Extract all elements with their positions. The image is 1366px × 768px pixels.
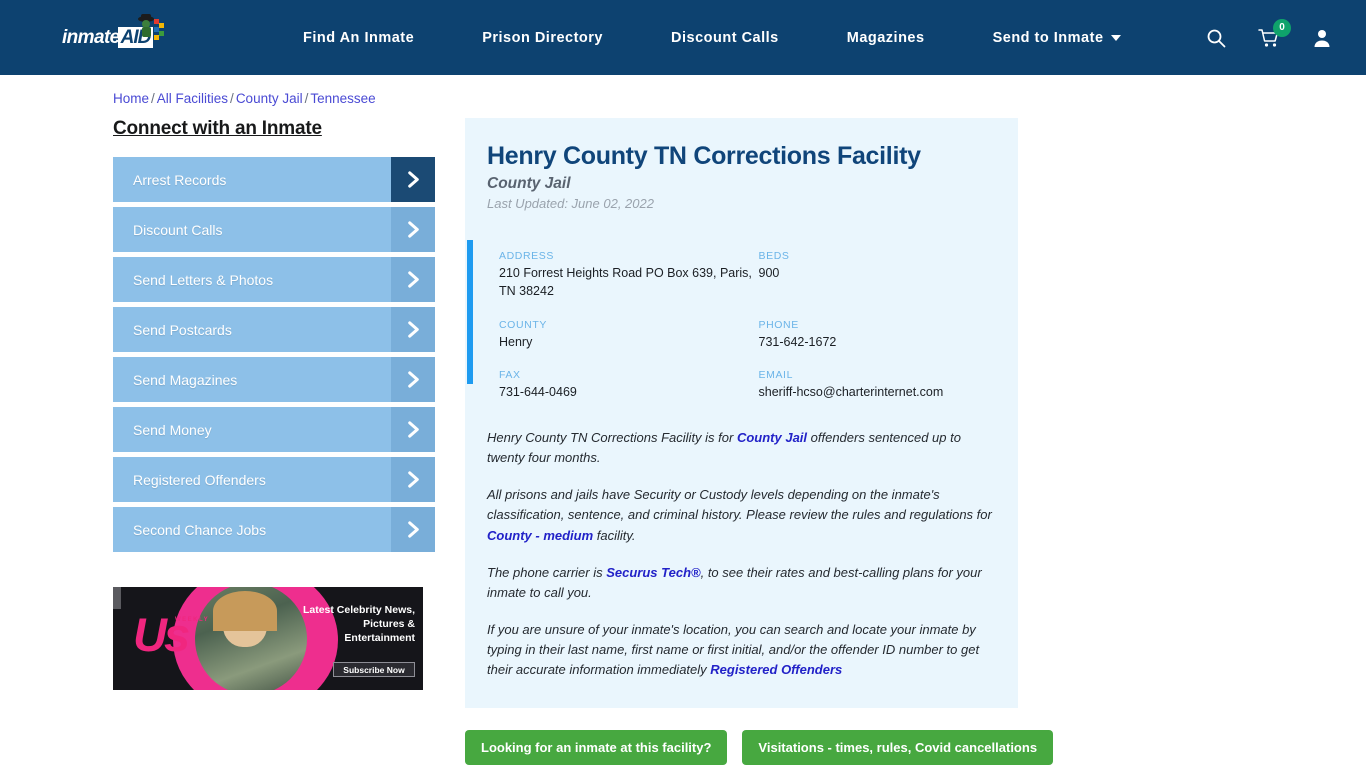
info-field-email: EMAIL sheriff-hcso@charterinternet.com — [759, 369, 1019, 402]
info-field-address: ADDRESS 210 Forrest Heights Road PO Box … — [499, 250, 759, 301]
user-account-icon[interactable] — [1312, 28, 1332, 48]
info-field-beds: BEDS 900 — [759, 250, 1019, 301]
facility-info-section: ADDRESS 210 Forrest Heights Road PO Box … — [465, 240, 1018, 402]
info-value: sheriff-hcso@charterinternet.com — [758, 385, 944, 400]
sidebar-item-discount-calls[interactable]: Discount Calls — [113, 207, 435, 252]
description-link[interactable]: County Jail — [737, 430, 807, 445]
sidebar-item-label: Send Postcards — [133, 321, 232, 338]
search-icon[interactable] — [1206, 28, 1226, 48]
info-label: BEDS — [758, 250, 790, 262]
nav-icon-group: 0 — [1206, 18, 1338, 48]
breadcrumb-item-home[interactable]: Home — [113, 91, 149, 106]
sidebar-item-send-money[interactable]: Send Money — [113, 407, 435, 452]
info-value: 731-644-0469 — [499, 385, 577, 400]
main-content: Henry County TN Corrections Facility Cou… — [465, 118, 1054, 768]
sidebar-item-arrest-records[interactable]: Arrest Records — [113, 157, 435, 202]
top-navbar: inmateAID Find An Inmate Prison Director… — [0, 0, 1366, 75]
breadcrumb-item-all-facilities[interactable]: All Facilities — [157, 91, 228, 106]
chevron-right-icon — [391, 257, 435, 302]
page-title: Henry County TN Corrections Facility — [487, 142, 921, 170]
sidebar-item-send-postcards[interactable]: Send Postcards — [113, 307, 435, 352]
cart-count-badge: 0 — [1273, 18, 1291, 37]
sidebar-ad-banner[interactable]: Us WEEKLY Latest Celebrity News, Picture… — [113, 587, 423, 690]
ad-headline: Latest Celebrity News, Pictures & Entert… — [302, 604, 415, 645]
info-field-county: COUNTY Henry — [499, 319, 759, 352]
nav-link-magazines[interactable]: Magazines — [813, 30, 959, 46]
nav-link-send-to-inmate[interactable]: Send to Inmate — [959, 30, 1155, 46]
info-value: 731-642-1672 — [758, 334, 837, 349]
info-label: ADDRESS — [499, 250, 554, 262]
description-paragraph: The phone carrier is Securus Tech®, to s… — [487, 563, 996, 603]
info-value: 210 Forrest Heights Road PO Box 639, Par… — [499, 266, 752, 298]
info-value: 900 — [758, 266, 780, 280]
nav-link-discount-calls[interactable]: Discount Calls — [637, 30, 813, 46]
sidebar-item-label: Send Letters & Photos — [133, 271, 274, 288]
chevron-right-icon — [391, 307, 435, 352]
sidebar-item-label: Send Money — [133, 421, 212, 438]
description-text: facility. — [593, 527, 636, 543]
cart-icon[interactable]: 0 — [1258, 18, 1291, 48]
facility-last-updated: Last Updated: June 02, 2022 — [487, 196, 654, 211]
sidebar-item-second-chance-jobs[interactable]: Second Chance Jobs — [113, 507, 435, 552]
sidebar-item-send-letters-photos[interactable]: Send Letters & Photos — [113, 257, 435, 302]
facility-action-buttons: Looking for an inmate at this facility? … — [465, 730, 1054, 766]
breadcrumb-item-county-jail[interactable]: County Jail — [236, 91, 303, 106]
chevron-right-icon — [391, 207, 435, 252]
description-text: Henry County TN Corrections Facility is … — [487, 430, 737, 445]
ad-photo — [195, 587, 307, 690]
sidebar: Connect with an Inmate Arrest Records Di… — [113, 118, 435, 768]
chevron-right-icon — [391, 407, 435, 452]
info-field-phone: PHONE 731-642-1672 — [759, 319, 1019, 352]
sidebar-item-label: Arrest Records — [133, 171, 227, 188]
chevron-right-icon — [391, 457, 435, 502]
sidebar-item-label: Second Chance Jobs — [133, 521, 267, 538]
nav-link-find-an-inmate[interactable]: Find An Inmate — [269, 30, 448, 46]
description-text: The phone carrier is — [487, 564, 607, 580]
sidebar-title: Connect with an Inmate — [113, 118, 322, 139]
nav-link-prison-directory[interactable]: Prison Directory — [448, 30, 637, 46]
site-logo[interactable]: inmateAID — [62, 13, 182, 58]
description-text: All prisons and jails have Security or C… — [487, 487, 992, 523]
chevron-right-icon — [391, 157, 435, 202]
breadcrumb-item-tennessee[interactable]: Tennessee — [310, 91, 375, 106]
facility-header: Henry County TN Corrections Facility Cou… — [465, 142, 1018, 211]
facility-card: Henry County TN Corrections Facility Cou… — [465, 118, 1018, 709]
info-label: COUNTY — [499, 318, 547, 331]
description-link[interactable]: County - medium — [487, 528, 593, 543]
chevron-right-icon — [391, 357, 435, 402]
sidebar-item-label: Discount Calls — [133, 221, 223, 238]
breadcrumb: Home / All Facilities / County Jail / Tennesse… — [0, 75, 1366, 106]
info-label: PHONE — [758, 318, 799, 331]
page-layout: Connect with an Inmate Arrest Records Di… — [0, 118, 1366, 768]
breadcrumb-separator: / — [304, 91, 309, 106]
ad-corner-marker — [113, 587, 121, 609]
description-paragraph: Henry County TN Corrections Facility is … — [487, 428, 996, 468]
description-link[interactable]: Securus Tech® — [606, 565, 700, 580]
facility-type: County Jail — [487, 175, 571, 192]
nav-link-send-to-inmate-label: Send to Inmate — [992, 29, 1104, 46]
nav-links: Find An Inmate Prison Directory Discount… — [269, 30, 1155, 46]
sidebar-item-registered-offenders[interactable]: Registered Offenders — [113, 457, 435, 502]
chevron-right-icon — [391, 507, 435, 552]
facility-description: Henry County TN Corrections Facility is … — [465, 402, 1018, 708]
description-link[interactable]: Registered Offenders — [710, 662, 842, 677]
ad-subscribe-button[interactable]: Subscribe Now — [333, 662, 415, 677]
sidebar-item-send-magazines[interactable]: Send Magazines — [113, 357, 435, 402]
breadcrumb-separator: / — [151, 91, 155, 106]
description-paragraph: All prisons and jails have Security or C… — [487, 485, 996, 545]
description-paragraph: If you are unsure of your inmate's locat… — [487, 620, 996, 680]
chevron-down-icon — [1110, 34, 1121, 41]
info-value: Henry — [499, 334, 533, 349]
info-label: FAX — [499, 369, 521, 382]
facility-info-grid: ADDRESS 210 Forrest Heights Road PO Box … — [473, 240, 1018, 402]
find-inmate-button[interactable]: Looking for an inmate at this facility? — [465, 730, 728, 766]
sidebar-item-label: Registered Offenders — [133, 471, 266, 488]
info-field-fax: FAX 731-644-0469 — [499, 369, 759, 402]
ad-brand-sub: WEEKLY — [175, 617, 210, 623]
breadcrumb-separator: / — [230, 91, 234, 106]
info-label: EMAIL — [758, 369, 794, 382]
sidebar-item-label: Send Magazines — [133, 371, 238, 388]
logo-figure-icon — [138, 13, 164, 40]
visitations-button[interactable]: Visitations - times, rules, Covid cancel… — [742, 730, 1054, 766]
